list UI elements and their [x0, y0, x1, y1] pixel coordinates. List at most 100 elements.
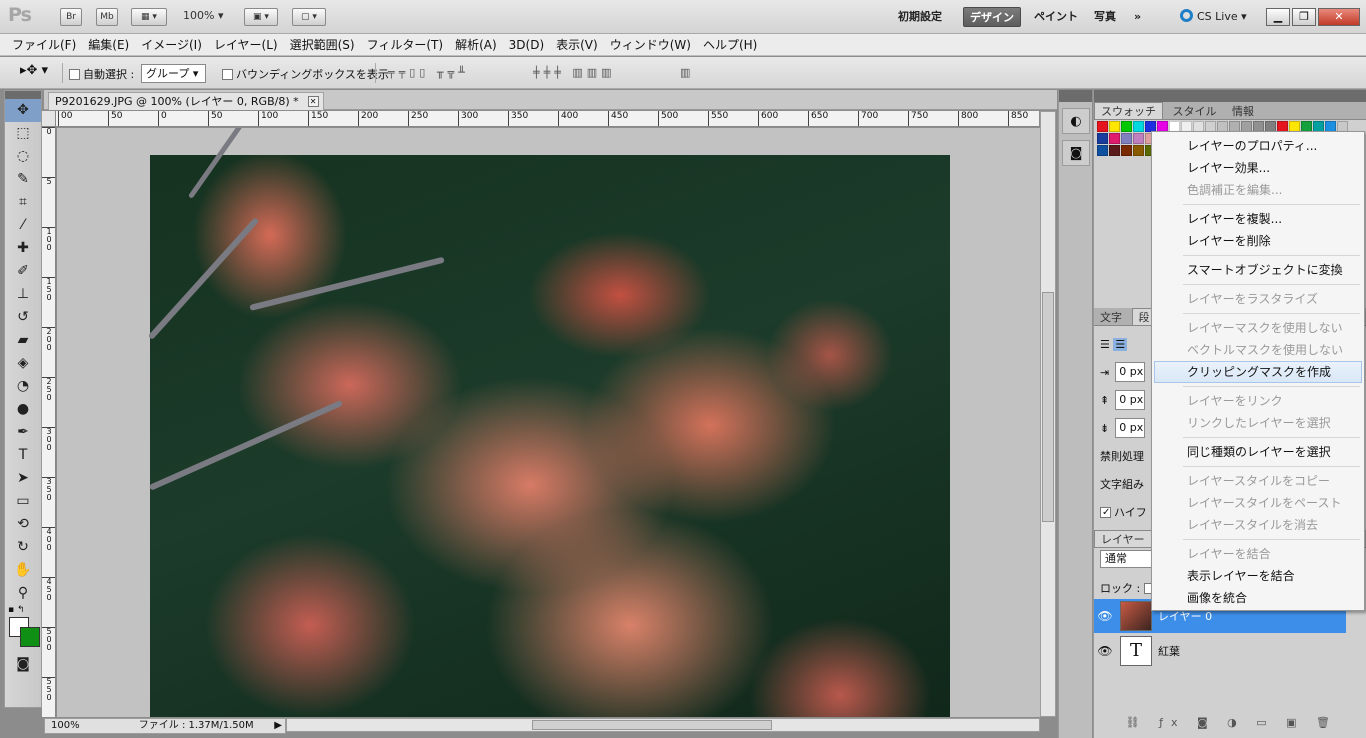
color-swatch[interactable]	[1109, 121, 1120, 132]
workspace-essentials[interactable]: 初期設定	[892, 7, 948, 27]
zoom-tool-icon[interactable]: ⚲	[5, 582, 41, 605]
show-bounding-box-checkbox[interactable]: バウンディングボックスを表示	[222, 66, 389, 82]
paint-bucket-tool-icon[interactable]: ◈	[5, 352, 41, 375]
arrange-documents-icon[interactable]: ▣ ▾	[244, 8, 278, 26]
color-swatch[interactable]	[1133, 145, 1144, 156]
context-menu-item[interactable]: レイヤーを削除	[1154, 230, 1362, 252]
layer-row-text[interactable]: 👁 T 紅葉	[1094, 634, 1346, 668]
hyphenate-checkbox[interactable]	[1100, 506, 1111, 518]
history-brush-tool-icon[interactable]: ↺	[5, 306, 41, 329]
space-before-field[interactable]: 0 px	[1115, 390, 1146, 410]
background-color-swatch[interactable]	[20, 627, 40, 647]
adjustments-panel-icon[interactable]: ◐	[1062, 108, 1090, 134]
type-tool-icon[interactable]: T	[5, 444, 41, 467]
layers-footer-icons[interactable]: ⛓ ƒx ◙ ◑ ▭ ▣ 🗑	[1094, 712, 1346, 734]
workspace-painting[interactable]: ペイント	[1028, 7, 1084, 27]
quick-mask-icon[interactable]: ◙	[5, 653, 41, 676]
context-menu-item[interactable]: クリッピングマスクを作成	[1154, 361, 1362, 383]
path-selection-tool-icon[interactable]: ➤	[5, 467, 41, 490]
more-workspaces-icon[interactable]: »	[1128, 7, 1147, 27]
color-swatch[interactable]	[1109, 145, 1120, 156]
document-tab[interactable]: P9201629.JPG @ 100% (レイヤー 0, RGB/8) * ✕	[48, 92, 324, 110]
bounding-box-check[interactable]	[222, 69, 233, 80]
visibility-eye-icon[interactable]: 👁	[1094, 609, 1116, 623]
tab-styles[interactable]: スタイル	[1167, 103, 1223, 120]
move-tool-icon[interactable]: ✥	[5, 99, 41, 122]
clone-stamp-tool-icon[interactable]: ⊥	[5, 283, 41, 306]
color-swatch[interactable]	[1097, 145, 1108, 156]
close-document-icon[interactable]: ✕	[307, 96, 319, 107]
workspace-design[interactable]: デザイン	[963, 7, 1021, 27]
color-swatch[interactable]	[1121, 121, 1132, 132]
minimize-button[interactable]: ▁	[1266, 8, 1290, 26]
horizontal-scrollbar[interactable]	[286, 718, 1040, 732]
align-center-icon[interactable]: ☰	[1113, 337, 1128, 351]
color-swatch[interactable]	[1133, 121, 1144, 132]
menu-view[interactable]: 表示(V)	[550, 34, 604, 55]
move-tool-preset-icon[interactable]: ▸✥ ▾	[20, 63, 48, 78]
indent-left-field[interactable]: 0 px	[1115, 362, 1146, 382]
space-after-field[interactable]: 0 px	[1115, 418, 1146, 438]
color-swatch[interactable]	[1121, 145, 1132, 156]
hand-tool-icon[interactable]: ✋	[5, 559, 41, 582]
3d-orbit-tool-icon[interactable]: ↻	[5, 536, 41, 559]
menu-window[interactable]: ウィンドウ(W)	[604, 34, 697, 55]
auto-select-checkbox[interactable]: 自動選択 :	[69, 66, 134, 82]
status-zoom[interactable]: 100%	[45, 720, 80, 731]
tab-layers[interactable]: レイヤー	[1094, 530, 1152, 547]
ruler-origin[interactable]	[42, 111, 56, 127]
distribute-icons[interactable]: ╪╪╪ ▥▥▥	[533, 66, 616, 79]
marquee-tool-icon[interactable]: ⬚	[5, 122, 41, 145]
horizontal-scroll-thumb[interactable]	[532, 720, 772, 730]
shape-tool-icon[interactable]: ▭	[5, 490, 41, 513]
lasso-tool-icon[interactable]: ◌	[5, 145, 41, 168]
restore-button[interactable]: ❐	[1292, 8, 1316, 26]
vertical-scroll-thumb[interactable]	[1042, 292, 1054, 522]
context-menu-item[interactable]: レイヤー効果...	[1154, 157, 1362, 179]
menu-3d[interactable]: 3D(D)	[503, 34, 550, 55]
zoom-level-dropdown[interactable]: 100% ▾	[183, 9, 223, 22]
tab-swatches[interactable]: スウォッチ	[1094, 102, 1163, 119]
color-swatch[interactable]	[1121, 133, 1132, 144]
horizontal-ruler[interactable]: 00 50 0 50 100 150 200 250 300 350 400 450 500 550 600…	[56, 111, 1039, 127]
cs-live-menu[interactable]: CS Live ▾	[1180, 9, 1247, 23]
tools-panel-grip[interactable]	[5, 91, 41, 99]
color-swatch[interactable]	[1133, 133, 1144, 144]
visibility-eye-icon[interactable]: 👁	[1094, 644, 1116, 658]
color-swatch[interactable]	[1097, 121, 1108, 132]
quick-selection-tool-icon[interactable]: ✎	[5, 168, 41, 191]
workspace-photography[interactable]: 写真	[1088, 7, 1122, 27]
vertical-ruler[interactable]: 0 5 1 0 0 1 5 0 2 0 0 2 5 0 3 0 0 3 5 0 4 0 0 4 5…	[42, 127, 56, 717]
menu-filter[interactable]: フィルター(T)	[361, 34, 449, 55]
auto-select-target-dropdown[interactable]: グループ ▾	[141, 64, 206, 83]
menu-analysis[interactable]: 解析(A)	[449, 34, 503, 55]
blur-tool-icon[interactable]: ◔	[5, 375, 41, 398]
menu-image[interactable]: イメージ(I)	[135, 34, 208, 55]
view-extras-icon[interactable]: ▦ ▾	[131, 8, 167, 26]
context-menu-item[interactable]: 同じ種類のレイヤーを選択	[1154, 441, 1362, 463]
dodge-tool-icon[interactable]: ●	[5, 398, 41, 421]
canvas-area[interactable]	[57, 128, 1040, 717]
brush-tool-icon[interactable]: ✐	[5, 260, 41, 283]
color-swatch[interactable]	[1109, 133, 1120, 144]
default-colors-icon[interactable]: ▪ ↰	[8, 605, 25, 615]
menu-edit[interactable]: 編集(E)	[82, 34, 135, 55]
auto-align-icon[interactable]: ▥	[680, 66, 694, 79]
dock-grip[interactable]	[1059, 90, 1092, 102]
status-menu-icon[interactable]: ▶	[274, 719, 282, 733]
pen-tool-icon[interactable]: ✒	[5, 421, 41, 444]
screen-mode-icon[interactable]: ▢ ▾	[292, 8, 326, 26]
align-left-icon[interactable]: ☰	[1100, 338, 1110, 351]
3d-rotate-tool-icon[interactable]: ⟲	[5, 513, 41, 536]
eyedropper-tool-icon[interactable]: ⁄	[5, 214, 41, 237]
menu-file[interactable]: ファイル(F)	[6, 34, 82, 55]
autumn-maple-photo[interactable]	[147, 128, 950, 717]
context-menu-item[interactable]: 表示レイヤーを結合	[1154, 565, 1362, 587]
align-icons[interactable]: ╤╤▯▯ ╥╦╨	[388, 66, 469, 79]
context-menu-item[interactable]: 画像を統合	[1154, 587, 1362, 609]
color-swatch[interactable]	[1097, 133, 1108, 144]
mini-bridge-button[interactable]: Mb	[96, 8, 118, 26]
close-button[interactable]: ✕	[1318, 8, 1360, 26]
menu-select[interactable]: 選択範囲(S)	[284, 34, 361, 55]
context-menu-item[interactable]: スマートオブジェクトに変換	[1154, 259, 1362, 281]
